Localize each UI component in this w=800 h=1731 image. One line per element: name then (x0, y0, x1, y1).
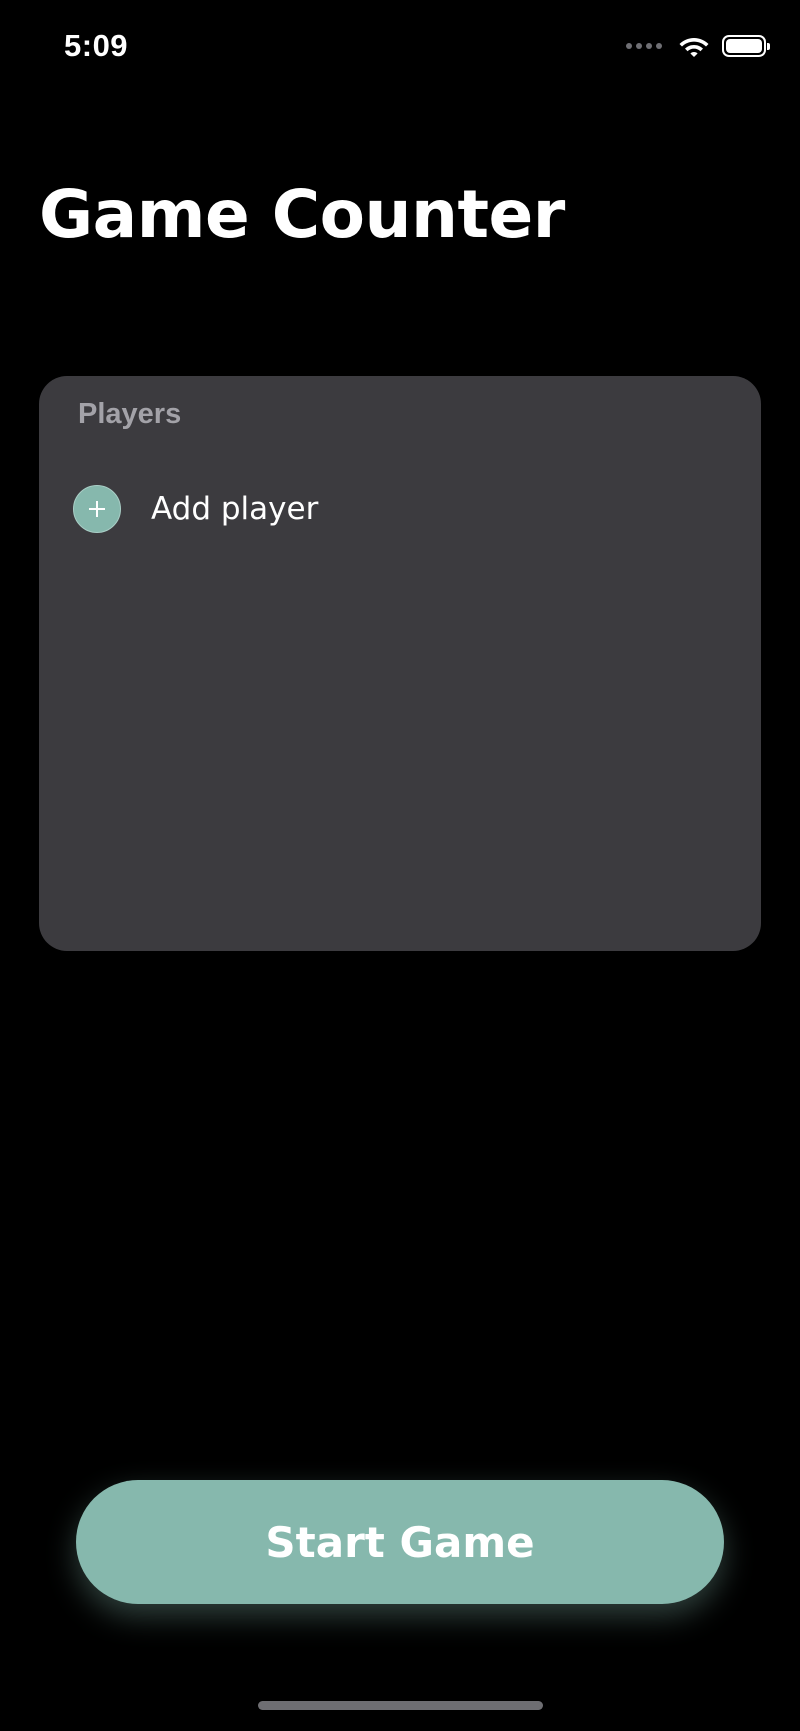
signal-dots-icon (626, 43, 662, 49)
wifi-icon (679, 38, 709, 57)
start-game-button[interactable]: Start Game (76, 1480, 724, 1604)
status-bar: 5:09 (0, 0, 800, 100)
page-title: Game Counter (39, 176, 565, 253)
battery-icon (722, 35, 770, 57)
status-time: 5:09 (64, 28, 129, 63)
players-card: Players Add player (39, 376, 761, 951)
add-player-label: Add player (151, 491, 319, 527)
add-player-button[interactable]: Add player (73, 485, 318, 533)
players-header: Players (78, 398, 182, 430)
status-icons (626, 34, 770, 58)
home-indicator[interactable] (258, 1701, 543, 1710)
start-game-label: Start Game (265, 1517, 535, 1567)
plus-icon[interactable] (73, 485, 121, 533)
